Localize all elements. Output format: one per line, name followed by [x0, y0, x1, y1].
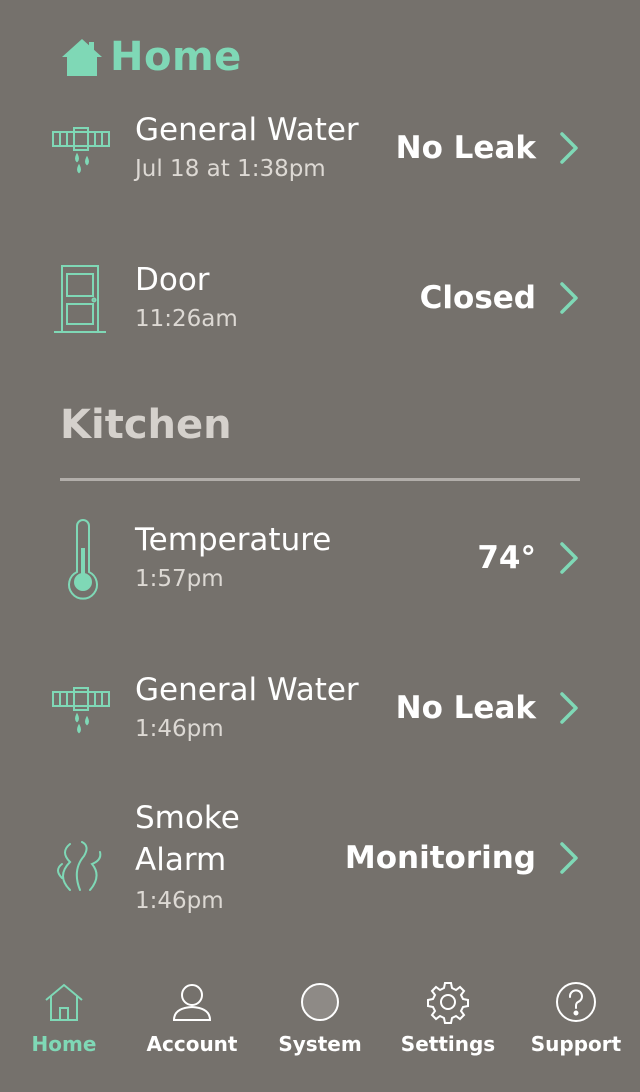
- thermometer-icon: [50, 518, 112, 602]
- device-status: No Leak: [395, 690, 536, 726]
- device-status: Monitoring: [344, 840, 536, 876]
- house-icon: [62, 39, 102, 76]
- device-name: Temperature: [135, 522, 332, 558]
- device-name: General Water: [135, 112, 359, 148]
- device-time: 11:26am: [135, 306, 238, 332]
- chevron-right-icon: [560, 282, 578, 314]
- section-divider: [60, 478, 580, 481]
- nav-label: System: [278, 1032, 362, 1056]
- page-title: Home: [110, 34, 242, 80]
- gear-icon: [427, 982, 469, 1024]
- device-row-smoke-alarm[interactable]: Smoke Alarm 1:46pm Monitoring: [0, 796, 640, 926]
- nav-label: Account: [146, 1032, 238, 1056]
- chevron-right-icon: [560, 842, 578, 874]
- device-status: No Leak: [395, 130, 536, 166]
- door-icon: [50, 260, 112, 344]
- nav-item-settings[interactable]: Settings: [384, 972, 512, 1072]
- chevron-right-icon: [560, 542, 578, 574]
- water-leak-icon: [50, 106, 112, 190]
- device-row-door[interactable]: Door 11:26am Closed: [0, 248, 640, 358]
- nav-item-support[interactable]: Support: [512, 972, 640, 1072]
- page-header: Home: [60, 34, 242, 80]
- device-status: 74°: [477, 540, 536, 576]
- nav-item-home[interactable]: Home: [0, 972, 128, 1072]
- device-time: 1:57pm: [135, 566, 224, 592]
- system-icon: [301, 983, 339, 1021]
- device-time: Jul 18 at 1:38pm: [135, 156, 326, 182]
- nav-label: Support: [530, 1032, 622, 1056]
- device-name: Smoke Alarm: [135, 800, 240, 878]
- chevron-right-icon: [560, 692, 578, 724]
- nav-item-account[interactable]: Account: [128, 972, 256, 1072]
- nav-label: Home: [31, 1032, 97, 1056]
- section-title: Kitchen: [60, 402, 232, 448]
- device-row-general-water[interactable]: General Water Jul 18 at 1:38pm No Leak: [0, 98, 640, 208]
- home-nav-icon: [45, 983, 83, 1021]
- nav-label: Settings: [400, 1032, 496, 1056]
- device-name: General Water: [135, 672, 359, 708]
- chevron-right-icon: [560, 132, 578, 164]
- device-status: Closed: [419, 280, 536, 316]
- bottom-nav: Home Account System Settings Support: [0, 972, 640, 1092]
- device-time: 1:46pm: [135, 888, 224, 914]
- device-row-general-water-kitchen[interactable]: General Water 1:46pm No Leak: [0, 658, 640, 768]
- nav-item-system[interactable]: System: [256, 972, 384, 1072]
- smoke-icon: [50, 818, 112, 902]
- account-icon: [172, 984, 212, 1021]
- water-leak-icon: [50, 666, 112, 750]
- device-time: 1:46pm: [135, 716, 224, 742]
- device-name: Door: [135, 262, 210, 298]
- question-icon: [556, 982, 596, 1022]
- device-row-temperature[interactable]: Temperature 1:57pm 74°: [0, 508, 640, 618]
